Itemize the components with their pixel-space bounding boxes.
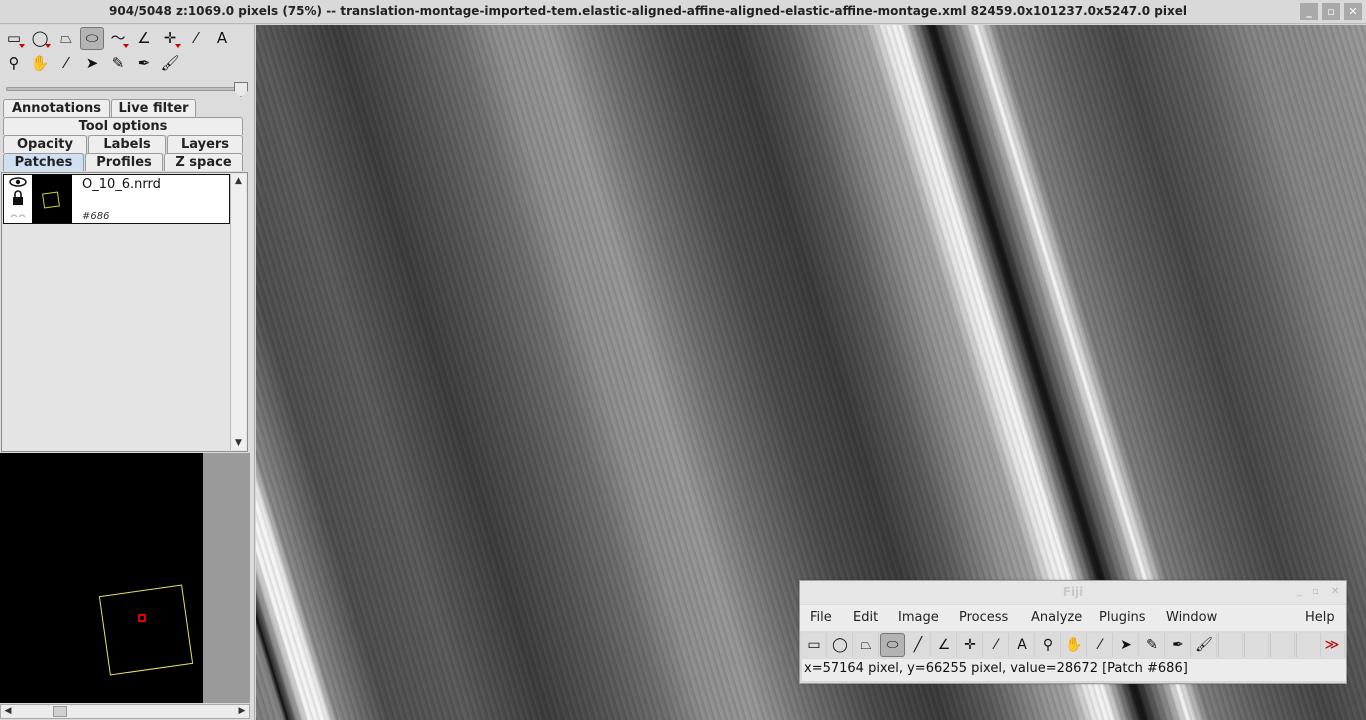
tab-layers[interactable]: Layers bbox=[167, 135, 243, 153]
navigator-scrollbar[interactable]: ◀ ▶ bbox=[0, 704, 250, 719]
eye-icon[interactable] bbox=[9, 177, 27, 187]
dropper-icon[interactable]: ⁄ bbox=[54, 52, 78, 75]
scrollbar-knob[interactable] bbox=[53, 706, 67, 717]
angle-icon[interactable]: ∠ bbox=[132, 27, 156, 50]
brush-icon[interactable]: 🖌 bbox=[1192, 633, 1217, 657]
patch-name: O_10_6.nrrd bbox=[82, 177, 161, 192]
menu-edit[interactable]: Edit bbox=[853, 610, 878, 625]
empty-tool-slot[interactable] bbox=[1218, 633, 1243, 657]
patch-outline bbox=[41, 191, 60, 209]
patch-list-scrollbar[interactable]: ▲ ▼ bbox=[230, 174, 246, 450]
line-icon[interactable]: ╱ bbox=[906, 633, 931, 657]
fiji-status-bar: x=57164 pixel, y=66255 pixel, value=2867… bbox=[802, 659, 1346, 681]
polygon-icon[interactable]: ⏢ bbox=[54, 27, 78, 50]
list-item[interactable]: O_10_6.nrrd #686 bbox=[3, 174, 230, 224]
menu-file[interactable]: File bbox=[810, 610, 832, 625]
tab-tool-options[interactable]: Tool options bbox=[3, 117, 243, 135]
freehand-icon[interactable]: ⬭ bbox=[80, 27, 104, 50]
empty-tool-slot[interactable] bbox=[1296, 633, 1321, 657]
arrow-icon[interactable]: ➤ bbox=[80, 52, 104, 75]
oval-icon[interactable]: ◯ bbox=[828, 633, 853, 657]
menu-window[interactable]: Window bbox=[1166, 610, 1217, 625]
window-title: 904/5048 z:1069.0 pixels (75%) -- transl… bbox=[109, 4, 1187, 18]
oval-icon[interactable]: ◯ bbox=[28, 27, 52, 50]
point-icon[interactable]: ✛ bbox=[158, 27, 182, 50]
title-bar: 904/5048 z:1069.0 pixels (75%) -- transl… bbox=[0, 0, 1366, 24]
fiji-window: Fiji _ ▫ ✕ File Edit Image Process Analy… bbox=[799, 580, 1347, 684]
navigator-viewport-marker[interactable] bbox=[138, 614, 146, 622]
left-panel: ▭ ◯ ⏢ ⬭ 〜 ∠ ✛ ⁄ A ⚲ ✋ ⁄ ➤ ✎ ✒ 🖌 Annotati… bbox=[0, 25, 255, 720]
fiji-minimize-icon[interactable]: _ bbox=[1297, 586, 1302, 597]
patch-list: O_10_6.nrrd #686 ▲ ▼ bbox=[1, 172, 248, 452]
hand-icon[interactable]: ✋ bbox=[28, 52, 52, 75]
slider-track bbox=[6, 87, 240, 91]
patch-id: #686 bbox=[82, 211, 110, 222]
maximize-icon[interactable]: ▫ bbox=[1322, 3, 1340, 20]
menu-process[interactable]: Process bbox=[959, 610, 1008, 625]
empty-tool-slot[interactable] bbox=[1244, 633, 1269, 657]
hand-icon[interactable]: ✋ bbox=[1062, 633, 1087, 657]
scroll-left-icon[interactable]: ◀ bbox=[1, 705, 15, 718]
tab-annotations[interactable]: Annotations bbox=[3, 99, 110, 117]
dropper-icon[interactable]: ⁄ bbox=[1088, 633, 1113, 657]
tab-opacity[interactable]: Opacity bbox=[3, 135, 87, 153]
lock-icon[interactable] bbox=[13, 190, 23, 205]
scroll-up-icon[interactable]: ▲ bbox=[231, 174, 246, 188]
link-icon[interactable] bbox=[10, 214, 26, 218]
navigator-patch-outline bbox=[98, 584, 194, 676]
menu-image[interactable]: Image bbox=[898, 610, 939, 625]
navigator-panel[interactable] bbox=[0, 453, 250, 703]
magnifier-icon[interactable]: ⚲ bbox=[1036, 633, 1061, 657]
menu-help[interactable]: Help bbox=[1305, 610, 1335, 625]
angle-icon[interactable]: ∠ bbox=[932, 633, 957, 657]
fiji-maximize-icon[interactable]: ▫ bbox=[1312, 586, 1319, 597]
navigator-margin bbox=[203, 453, 250, 703]
close-icon[interactable]: ✕ bbox=[1344, 3, 1362, 20]
tab-profiles[interactable]: Profiles bbox=[85, 153, 163, 171]
freeline-icon[interactable]: 〜 bbox=[106, 27, 130, 50]
wand-icon[interactable]: ⁄ bbox=[984, 633, 1009, 657]
tab-z-space[interactable]: Z space bbox=[164, 153, 243, 171]
tab-live-filter[interactable]: Live filter bbox=[111, 99, 196, 117]
freehand-icon[interactable]: ⬭ bbox=[880, 633, 905, 657]
wand-icon[interactable]: ⁄ bbox=[184, 27, 208, 50]
magnifier-icon[interactable]: ⚲ bbox=[2, 52, 26, 75]
empty-tool-slot[interactable] bbox=[1270, 633, 1295, 657]
more-tools-icon[interactable]: ≫ bbox=[1320, 633, 1345, 657]
rectangle-icon[interactable]: ▭ bbox=[802, 633, 827, 657]
polygon-icon[interactable]: ⏢ bbox=[854, 633, 879, 657]
pencil-icon[interactable]: ✎ bbox=[106, 52, 130, 75]
fiji-title: Fiji bbox=[800, 581, 1346, 604]
scroll-right-icon[interactable]: ▶ bbox=[235, 705, 249, 718]
pen-icon[interactable]: ✒ bbox=[1166, 633, 1191, 657]
menu-analyze[interactable]: Analyze bbox=[1031, 610, 1082, 625]
text-icon[interactable]: A bbox=[1010, 633, 1035, 657]
rectangle-icon[interactable]: ▭ bbox=[2, 27, 26, 50]
patch-thumbnail bbox=[32, 175, 72, 223]
pen-icon[interactable]: ✒ bbox=[132, 52, 156, 75]
menu-plugins[interactable]: Plugins bbox=[1099, 610, 1146, 625]
text-icon[interactable]: A bbox=[210, 27, 234, 50]
fiji-menu-bar: File Edit Image Process Analyze Plugins … bbox=[800, 605, 1346, 631]
pencil-icon[interactable]: ✎ bbox=[1140, 633, 1165, 657]
opacity-slider[interactable] bbox=[6, 82, 248, 97]
scroll-down-icon[interactable]: ▼ bbox=[231, 436, 246, 450]
tab-labels[interactable]: Labels bbox=[88, 135, 166, 153]
patch-row-icons bbox=[4, 175, 32, 223]
slider-thumb[interactable] bbox=[234, 82, 248, 97]
arrow-icon[interactable]: ➤ bbox=[1114, 633, 1139, 657]
fiji-close-icon[interactable]: ✕ bbox=[1331, 586, 1339, 597]
tab-patches[interactable]: Patches bbox=[3, 153, 84, 171]
minimize-icon[interactable]: _ bbox=[1300, 3, 1318, 20]
point-icon[interactable]: ✛ bbox=[958, 633, 983, 657]
brush-icon[interactable]: 🖌 bbox=[158, 52, 182, 75]
fiji-toolbar: ▭ ◯ ⏢ ⬭ ╱ ∠ ✛ ⁄ A ⚲ ✋ ⁄ ➤ ✎ ✒ 🖌 ≫ bbox=[802, 633, 1346, 658]
